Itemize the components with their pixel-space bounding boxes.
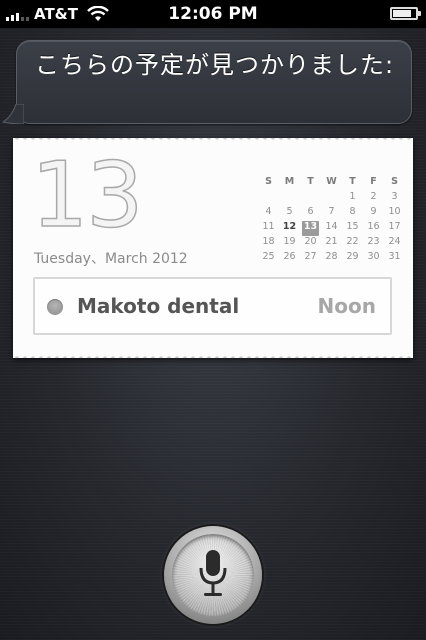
calendar-day: 22 bbox=[346, 236, 359, 247]
battery-icon bbox=[390, 7, 421, 20]
calendar-day: 24 bbox=[388, 236, 401, 247]
microphone-icon bbox=[199, 550, 227, 596]
mini-calendar: S M T W T F S 1 2 3 4 5 6 7 8 9 10 11 12 13 14 15 16 17 18 19 20 21… bbox=[258, 176, 405, 266]
calendar-day: 9 bbox=[370, 206, 377, 217]
weekday-header: F bbox=[370, 176, 377, 187]
card-perforation-bottom bbox=[13, 350, 413, 358]
calendar-day: 10 bbox=[388, 206, 401, 217]
siri-response-text: こちらの予定が見つかりました: bbox=[35, 51, 395, 79]
event-title: Makoto dental bbox=[77, 294, 240, 318]
weekday-header: S bbox=[265, 176, 272, 187]
calendar-day: 20 bbox=[304, 236, 317, 247]
calendar-day: 30 bbox=[367, 251, 380, 262]
calendar-day: 4 bbox=[265, 206, 272, 217]
calendar-day: 25 bbox=[262, 251, 275, 262]
calendar-day: 18 bbox=[262, 236, 275, 247]
calendar-day: 8 bbox=[349, 206, 356, 217]
calendar-day: 17 bbox=[388, 221, 401, 232]
weekday-header: T bbox=[349, 176, 356, 187]
calendar-day: 26 bbox=[283, 251, 296, 262]
calendar-day: 28 bbox=[325, 251, 338, 262]
status-bar: AT&T 12:06 PM bbox=[0, 0, 426, 28]
event-time: Noon bbox=[317, 294, 376, 318]
calendar-color-dot bbox=[47, 299, 63, 315]
calendar-day: 31 bbox=[388, 251, 401, 262]
calendar-day: 2 bbox=[370, 191, 377, 202]
calendar-day: 27 bbox=[304, 251, 317, 262]
weekday-header: S bbox=[391, 176, 398, 187]
calendar-day: 5 bbox=[286, 206, 293, 217]
date-line: Tuesday、March 2012 bbox=[34, 251, 188, 267]
calendar-day: 16 bbox=[367, 221, 380, 232]
calendar-day: 15 bbox=[346, 221, 359, 232]
weekday-header: W bbox=[326, 176, 337, 187]
calendar-day: 6 bbox=[307, 206, 314, 217]
mic-button-face bbox=[172, 534, 254, 616]
calendar-day: 23 bbox=[367, 236, 380, 247]
calendar-day bbox=[279, 191, 300, 206]
calendar-day: 7 bbox=[328, 206, 335, 217]
calendar-day bbox=[300, 191, 321, 206]
calendar-day-today: 13 bbox=[302, 221, 319, 236]
weekday-header: M bbox=[284, 176, 295, 187]
calendar-day: 21 bbox=[325, 236, 338, 247]
siri-mic-button[interactable] bbox=[164, 526, 262, 624]
calendar-day: 19 bbox=[283, 236, 296, 247]
battery-level bbox=[393, 10, 411, 17]
weekday-header: T bbox=[307, 176, 314, 187]
calendar-day: 14 bbox=[325, 221, 338, 232]
status-time: 12:06 PM bbox=[168, 4, 258, 24]
siri-response-bubble: こちらの予定が見つかりました: bbox=[16, 40, 412, 124]
day-number: 13 bbox=[30, 143, 144, 248]
calendar-day: 11 bbox=[262, 221, 275, 232]
event-row[interactable]: Makoto dental Noon bbox=[33, 277, 392, 335]
bubble-tail bbox=[2, 104, 24, 124]
calendar-day bbox=[321, 191, 342, 206]
calendar-day: 3 bbox=[391, 191, 398, 202]
calendar-day bbox=[258, 191, 279, 206]
calendar-day: 1 bbox=[349, 191, 356, 202]
calendar-day: 12 bbox=[282, 221, 297, 232]
calendar-day: 29 bbox=[346, 251, 359, 262]
calendar-card[interactable]: 13 Tuesday、March 2012 S M T W T F S 1 2 3 4 5 6 7 8 9 10… bbox=[13, 138, 413, 358]
